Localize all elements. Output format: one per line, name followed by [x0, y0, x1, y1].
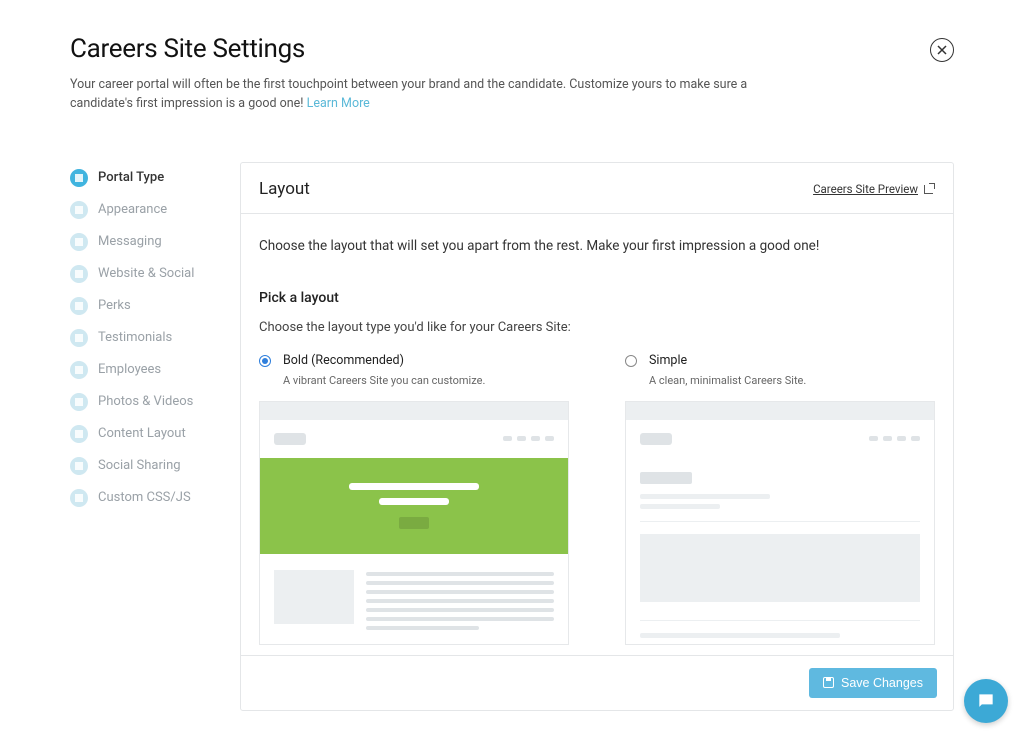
website-social-icon	[70, 265, 88, 283]
sidebar-item-label: Social Sharing	[98, 458, 181, 473]
sidebar-item-custom-css-js[interactable]: Custom CSS/JS	[70, 482, 220, 514]
sidebar-item-label: Messaging	[98, 234, 162, 249]
sidebar-item-label: Website & Social	[98, 266, 194, 281]
careers-site-preview-link[interactable]: Careers Site Preview	[813, 182, 935, 196]
sidebar-item-label: Employees	[98, 362, 161, 377]
panel-title: Layout	[259, 179, 310, 199]
layout-preview-bold	[259, 401, 569, 645]
sidebar-item-label: Custom CSS/JS	[98, 490, 191, 505]
sidebar-item-perks[interactable]: Perks	[70, 290, 220, 322]
chat-icon	[976, 691, 996, 711]
close-button[interactable]	[930, 38, 954, 62]
sidebar-item-label: Perks	[98, 298, 131, 313]
messaging-icon	[70, 233, 88, 251]
layout-option-bold[interactable]: Bold (Recommended) A vibrant Careers Sit…	[259, 353, 569, 645]
learn-more-link[interactable]: Learn More	[307, 96, 370, 111]
sidebar-item-label: Content Layout	[98, 426, 186, 441]
sidebar-item-photos-videos[interactable]: Photos & Videos	[70, 386, 220, 418]
page-subtitle: Your career portal will often be the fir…	[70, 76, 790, 114]
perks-icon	[70, 297, 88, 315]
sidebar-item-employees[interactable]: Employees	[70, 354, 220, 386]
settings-sidebar: Portal Type Appearance Messaging Website…	[70, 162, 220, 711]
sidebar-item-social-sharing[interactable]: Social Sharing	[70, 450, 220, 482]
sidebar-item-website-social[interactable]: Website & Social	[70, 258, 220, 290]
radio-simple[interactable]	[625, 355, 637, 367]
sidebar-item-testimonials[interactable]: Testimonials	[70, 322, 220, 354]
layout-preview-simple	[625, 401, 935, 645]
save-icon	[823, 677, 834, 688]
sidebar-item-content-layout[interactable]: Content Layout	[70, 418, 220, 450]
option-desc: A clean, minimalist Careers Site.	[649, 374, 935, 387]
external-link-icon	[924, 183, 935, 194]
page-title: Careers Site Settings	[70, 34, 305, 64]
option-label: Simple	[649, 353, 687, 368]
sidebar-item-messaging[interactable]: Messaging	[70, 226, 220, 258]
content-layout-icon	[70, 425, 88, 443]
chat-fab[interactable]	[964, 679, 1008, 723]
sidebar-item-portal-type[interactable]: Portal Type	[70, 162, 220, 194]
option-desc: A vibrant Careers Site you can customize…	[283, 374, 569, 387]
portal-type-icon	[70, 169, 88, 187]
sidebar-item-appearance[interactable]: Appearance	[70, 194, 220, 226]
sidebar-item-label: Portal Type	[98, 170, 164, 185]
layout-option-simple[interactable]: Simple A clean, minimalist Careers Site.	[625, 353, 935, 645]
panel-intro: Choose the layout that will set you apar…	[259, 238, 935, 254]
sidebar-item-label: Photos & Videos	[98, 394, 193, 409]
pick-layout-sub: Choose the layout type you'd like for yo…	[259, 320, 935, 335]
layout-panel: Layout Careers Site Preview Choose the l…	[240, 162, 954, 711]
custom-css-js-icon	[70, 489, 88, 507]
pick-layout-heading: Pick a layout	[259, 290, 935, 306]
close-icon	[937, 45, 947, 55]
social-sharing-icon	[70, 457, 88, 475]
employees-icon	[70, 361, 88, 379]
testimonials-icon	[70, 329, 88, 347]
radio-bold[interactable]	[259, 355, 271, 367]
sidebar-item-label: Appearance	[98, 202, 167, 217]
option-label: Bold (Recommended)	[283, 353, 404, 368]
sidebar-item-label: Testimonials	[98, 330, 172, 345]
photos-videos-icon	[70, 393, 88, 411]
save-changes-button[interactable]: Save Changes	[809, 668, 937, 698]
appearance-icon	[70, 201, 88, 219]
